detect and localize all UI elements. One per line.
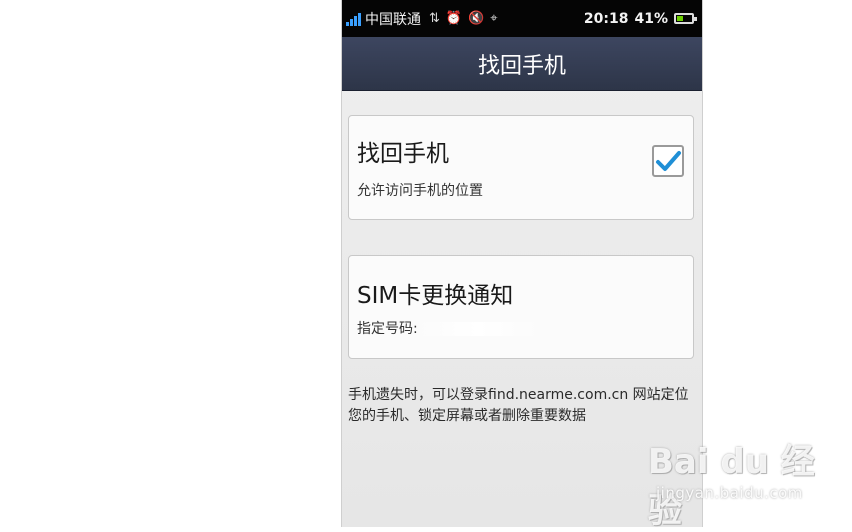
- info-text: 手机遗失时，可以登录find.nearme.com.cn 网站定位您的手机、锁定…: [348, 387, 689, 424]
- carrier-name: 中国联通: [365, 11, 421, 28]
- find-phone-checkbox[interactable]: [652, 145, 684, 177]
- status-bar: 中国联通 ⇅ ⏰ 🔇 ⌖ 20:18 41%: [342, 0, 702, 37]
- setting-subtitle: 允许访问手机的位置: [357, 183, 483, 199]
- baidu-jingyan-watermark: Bai du 经验 jingyan.baidu.com: [648, 432, 818, 531]
- watermark-url: jingyan.baidu.com: [656, 484, 803, 502]
- battery-icon: [674, 13, 697, 24]
- signal-icon: [346, 12, 361, 26]
- setting-title: 找回手机: [357, 141, 449, 167]
- mute-icon: 🔇: [468, 11, 485, 26]
- checkmark-icon: [656, 151, 681, 171]
- data-icon: ⇅: [429, 11, 440, 26]
- masked-phone-number: [417, 322, 538, 336]
- battery-percent: 41%: [634, 10, 668, 27]
- gps-icon: ⌖: [490, 11, 498, 26]
- setting-title: SIM卡更换通知: [357, 283, 514, 309]
- setting-subtitle: 指定号码:: [357, 318, 538, 338]
- find-phone-setting[interactable]: 找回手机 允许访问手机的位置: [348, 115, 694, 220]
- page-title: 找回手机: [342, 37, 702, 91]
- clock: 20:18: [583, 10, 629, 27]
- alarm-icon: ⏰: [445, 11, 463, 26]
- sim-change-notify-setting[interactable]: SIM卡更换通知 指定号码:: [348, 255, 694, 359]
- setting-subtitle-label: 指定号码:: [357, 321, 418, 337]
- watermark-logo: Bai du 经验: [648, 442, 815, 531]
